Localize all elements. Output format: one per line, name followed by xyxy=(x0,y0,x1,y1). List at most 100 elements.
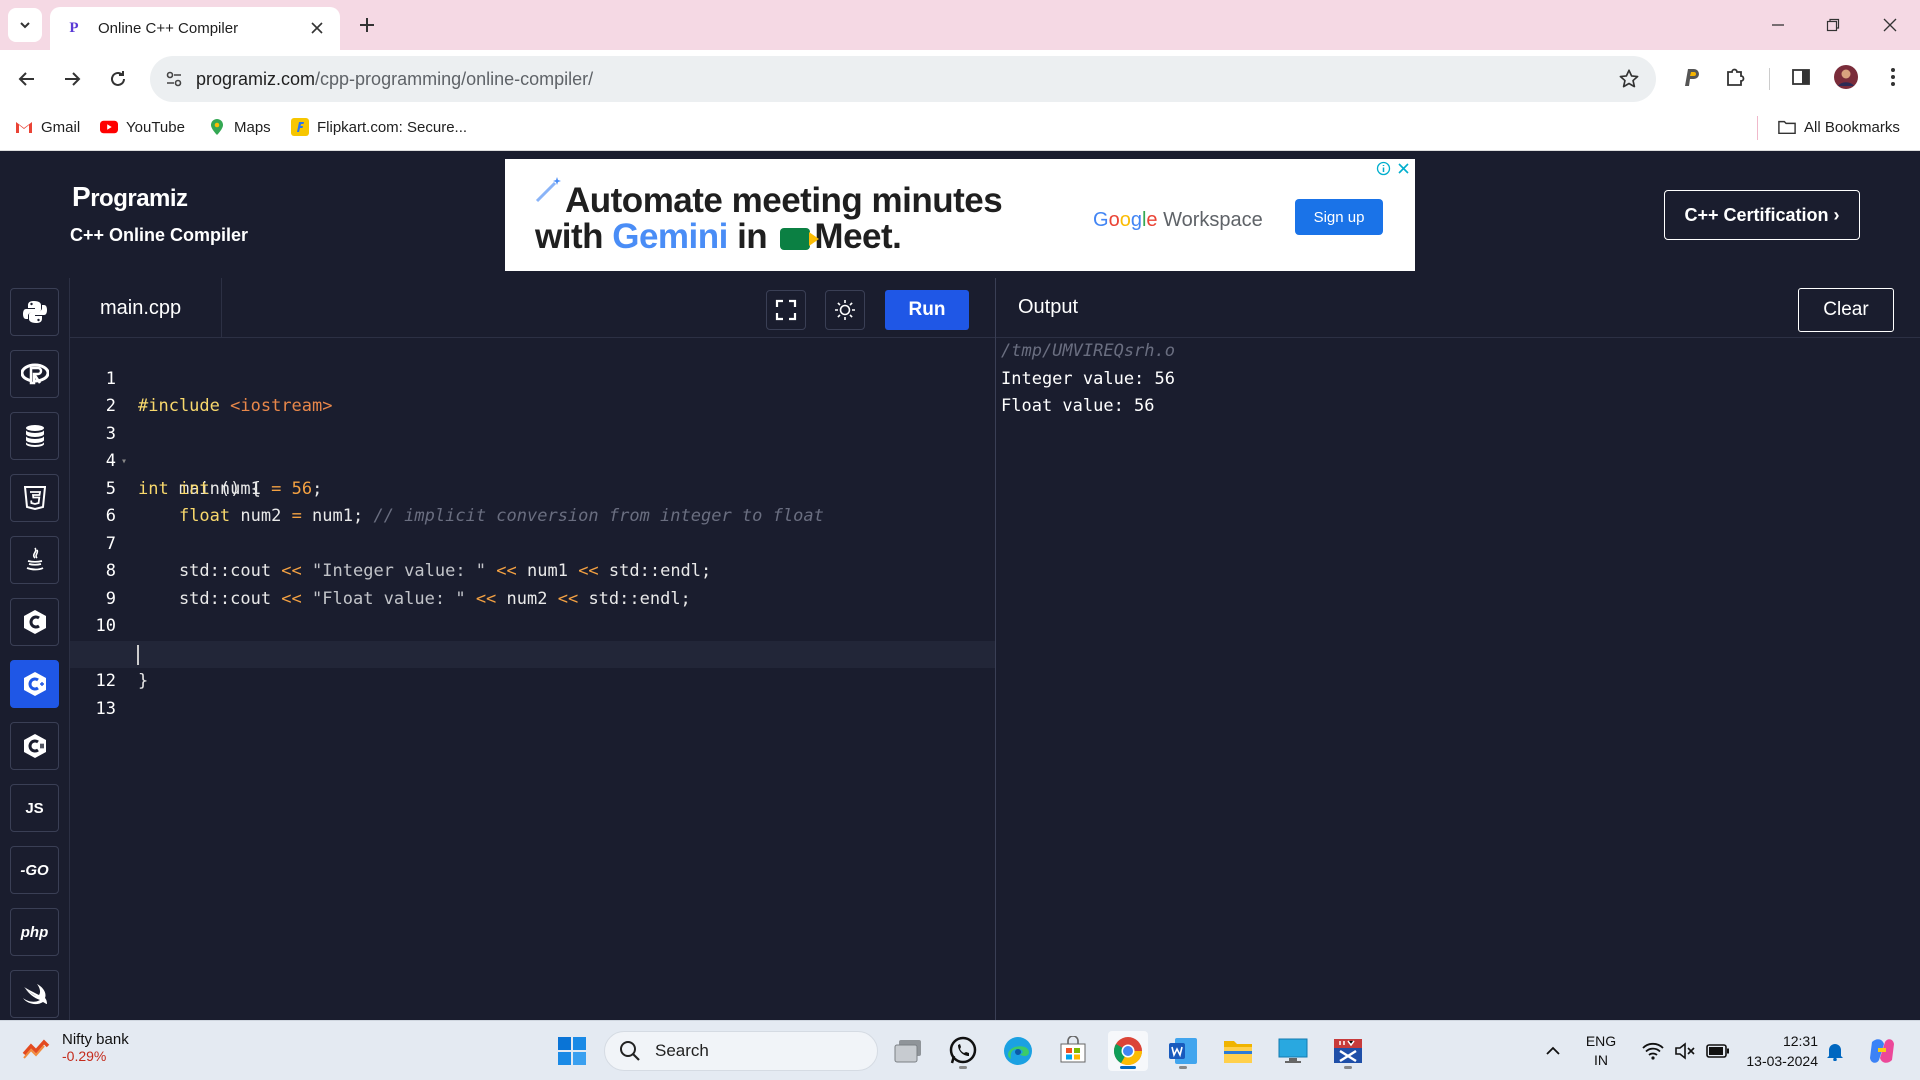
ad-banner[interactable]: Automate meeting minutes with Gemini in … xyxy=(505,159,1415,271)
quick-settings[interactable] xyxy=(1636,1031,1736,1071)
output-line: Float value: 56 xyxy=(1001,396,1155,416)
remote-desktop-app[interactable] xyxy=(1273,1031,1313,1071)
side-panel-icon[interactable] xyxy=(1788,64,1814,90)
more-menu-icon[interactable] xyxy=(1880,64,1906,90)
close-window-button[interactable] xyxy=(1877,12,1903,38)
restore-button[interactable] xyxy=(1820,12,1846,38)
copilot-button[interactable] xyxy=(1862,1031,1902,1071)
store-app[interactable] xyxy=(1053,1031,1093,1071)
running-indicator xyxy=(959,1066,967,1069)
show-hidden-icons-button[interactable] xyxy=(1540,1031,1566,1071)
start-button[interactable] xyxy=(552,1031,592,1071)
url-text[interactable]: programiz.com/cpp-programming/online-com… xyxy=(196,69,593,90)
back-button[interactable] xyxy=(12,64,42,94)
tab-search-button[interactable] xyxy=(8,8,42,42)
bookmark-label: Flipkart.com: Secure... xyxy=(317,118,468,136)
run-button[interactable]: Run xyxy=(885,290,969,330)
site-info-icon[interactable] xyxy=(164,69,184,89)
output-line: Integer value: 56 xyxy=(1001,368,1175,389)
tab-close-icon[interactable] xyxy=(308,19,326,37)
output-header: Output Clear xyxy=(996,278,1920,338)
maps-icon xyxy=(208,118,226,136)
pane-divider[interactable] xyxy=(995,278,996,1020)
task-view-app[interactable] xyxy=(888,1031,928,1071)
url-domain: programiz.com xyxy=(196,69,316,89)
reload-button[interactable] xyxy=(103,64,133,94)
taskbar-search[interactable]: Search xyxy=(604,1031,878,1071)
lang-go-label: GO xyxy=(25,861,49,879)
edge-app[interactable] xyxy=(998,1031,1038,1071)
file-tab-main-cpp[interactable]: main.cpp xyxy=(70,278,222,338)
output-console: /tmp/UMVIREQsrh.o Integer value: 56 Floa… xyxy=(1001,338,1911,421)
word-app[interactable] xyxy=(1163,1031,1203,1071)
clock-time: 12:31 xyxy=(1782,1033,1818,1049)
new-tab-button[interactable] xyxy=(355,13,379,37)
lang-c[interactable] xyxy=(10,598,59,646)
profile-avatar[interactable] xyxy=(1833,64,1859,90)
language-sidebar: JS - GO php xyxy=(0,278,70,1020)
lang-cpp[interactable] xyxy=(10,660,59,708)
chrome-icon xyxy=(1114,1037,1142,1065)
wifi-icon xyxy=(1642,1042,1664,1060)
ad-meet-text: Meet. xyxy=(814,217,902,256)
theme-toggle-button[interactable] xyxy=(825,290,865,330)
lang-python[interactable] xyxy=(10,288,59,336)
bookmark-flipkart[interactable]: Flipkart.com: Secure... xyxy=(291,118,467,136)
ad-info-icon[interactable] xyxy=(1376,161,1391,176)
extensions-puzzle-icon[interactable] xyxy=(1722,64,1748,90)
file-explorer-app[interactable] xyxy=(1218,1031,1258,1071)
clear-button[interactable]: Clear xyxy=(1798,288,1894,332)
code-editor[interactable]: 1 #include <iostream> 2 3 ▾ int main() {… xyxy=(70,338,995,1020)
bookmark-youtube[interactable]: YouTube xyxy=(100,118,185,136)
stock-widget[interactable]: Nifty bank -0.29% xyxy=(22,1031,129,1064)
lang-go[interactable]: - GO xyxy=(10,846,59,894)
fullscreen-button[interactable] xyxy=(766,290,806,330)
lang-html[interactable] xyxy=(10,474,59,522)
lang-js[interactable]: JS xyxy=(10,784,59,832)
lang-php[interactable]: php xyxy=(10,908,59,956)
chevron-down-icon xyxy=(20,22,30,29)
whatsapp-app[interactable] xyxy=(943,1031,983,1071)
lang-sql[interactable] xyxy=(10,412,59,460)
bookmark-separator xyxy=(1757,116,1758,140)
cpp-certification-button[interactable]: C++ Certification › xyxy=(1664,190,1860,240)
youtube-icon xyxy=(100,118,118,136)
database-icon xyxy=(25,425,44,447)
java-icon xyxy=(26,547,43,571)
tab-title: Online C++ Compiler xyxy=(98,20,239,37)
stock-name: Nifty bank xyxy=(62,1031,129,1048)
address-bar[interactable]: programiz.com/cpp-programming/online-com… xyxy=(150,56,1656,102)
logo-text: rogramiz xyxy=(90,185,188,212)
extension-p-icon[interactable] xyxy=(1678,64,1704,90)
text-caret xyxy=(137,644,139,665)
lang-java[interactable] xyxy=(10,536,59,584)
all-bookmarks[interactable]: All Bookmarks xyxy=(1778,118,1900,136)
code-line: 8 std::cout << "Float value: " << num2 <… xyxy=(70,531,995,609)
stock-chart-icon xyxy=(22,1038,50,1059)
microsoft-store-icon xyxy=(1060,1036,1086,1063)
bookmark-star-icon[interactable] xyxy=(1618,68,1640,90)
lang-csharp[interactable] xyxy=(10,722,59,770)
plus-icon xyxy=(360,18,374,32)
line-number: 13 xyxy=(95,698,116,719)
google-workspace-brand: Google Workspace xyxy=(1093,209,1263,231)
bookmark-gmail[interactable]: Gmail xyxy=(15,118,80,136)
language-indicator[interactable]: ENG IN xyxy=(1578,1031,1624,1071)
ad-close-icon[interactable] xyxy=(1396,161,1411,176)
output-title: Output xyxy=(1018,296,1079,318)
browser-tab-active[interactable]: P Online C++ Compiler xyxy=(50,7,340,50)
flipkart-icon xyxy=(291,118,309,136)
minimize-button[interactable] xyxy=(1765,12,1791,38)
bookmark-maps[interactable]: Maps xyxy=(208,118,271,136)
dev-cpp-app[interactable] xyxy=(1328,1031,1368,1071)
system-clock[interactable]: 12:31 13-03-2024 xyxy=(1734,1031,1818,1071)
chrome-app[interactable] xyxy=(1108,1031,1148,1071)
notifications-button[interactable] xyxy=(1824,1031,1846,1071)
lang-r[interactable] xyxy=(10,350,59,398)
ad-signup-button[interactable]: Sign up xyxy=(1295,199,1383,235)
forward-button[interactable] xyxy=(57,64,87,94)
lang-swift[interactable] xyxy=(10,970,59,1018)
reload-icon xyxy=(111,71,125,86)
programiz-logo[interactable]: Programiz xyxy=(72,181,188,213)
url-path: /cpp-programming/online-compiler/ xyxy=(315,69,594,89)
